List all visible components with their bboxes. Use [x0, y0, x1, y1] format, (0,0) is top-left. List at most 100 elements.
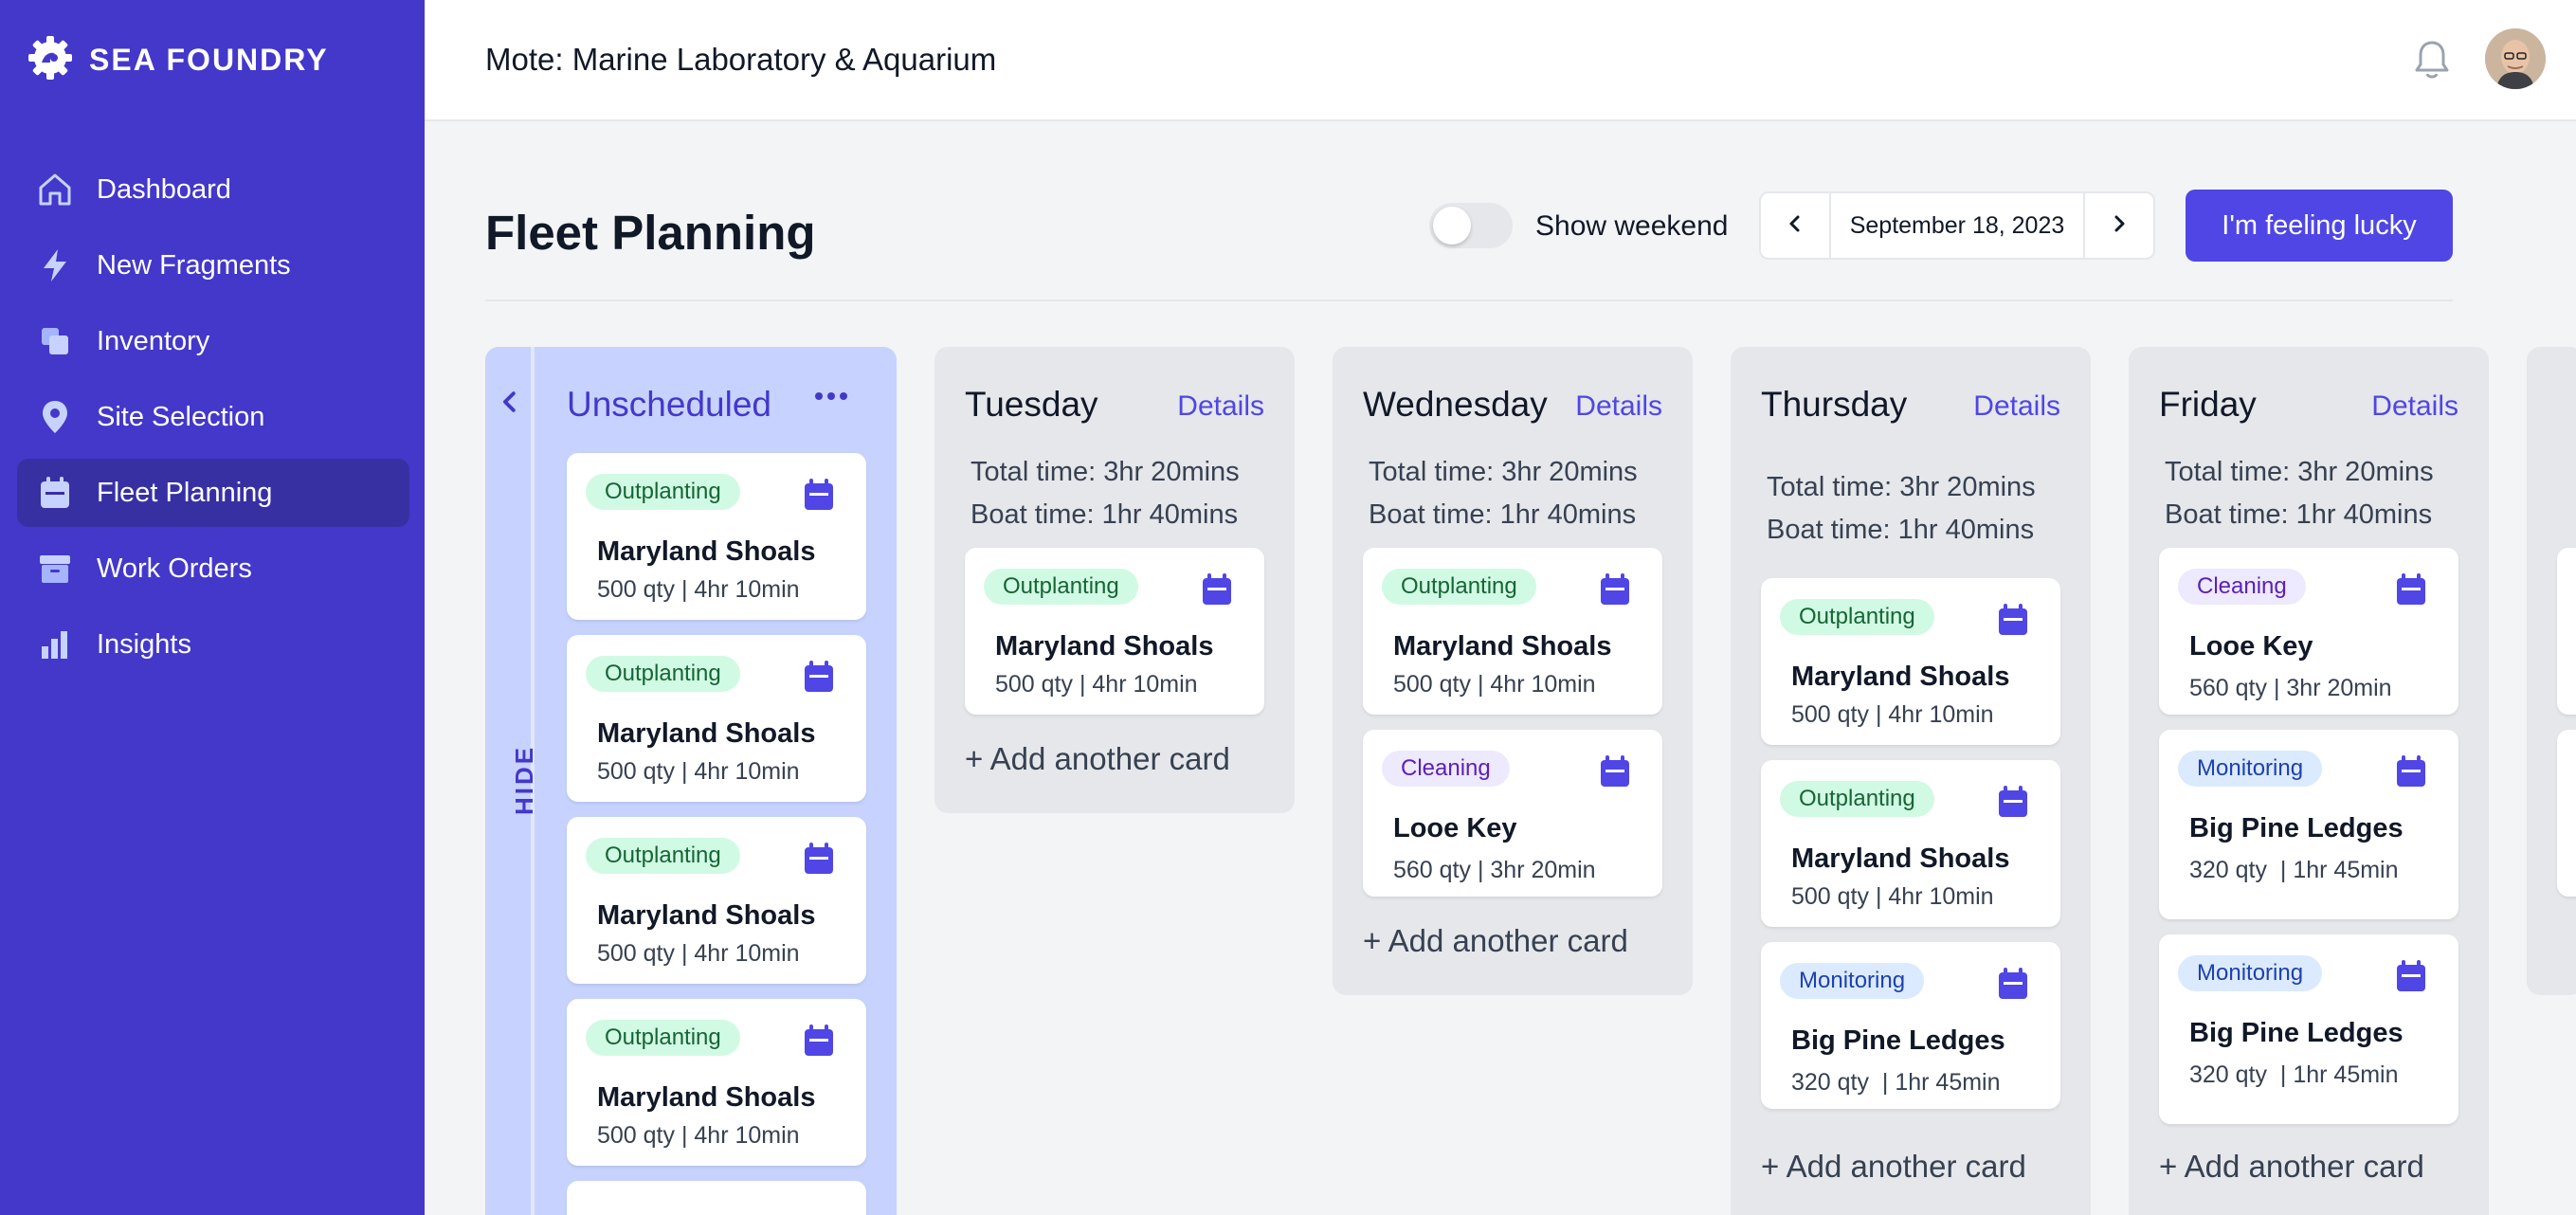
calendar-icon[interactable]: [802, 478, 836, 517]
map-pin-icon: [36, 398, 74, 436]
calendar-icon[interactable]: [1200, 572, 1234, 611]
more-options-icon[interactable]: [815, 392, 847, 400]
calendar-icon[interactable]: [1996, 603, 2030, 642]
sidebar-item-work-orders[interactable]: Work Orders: [17, 535, 409, 603]
gear-logo-icon: [27, 34, 74, 86]
day-stats: Total time: 3hr 20mins Boat time: 1hr 40…: [2165, 451, 2434, 536]
task-card[interactable]: Monitoring Big Pine Ledges 320 qty | 1hr…: [2159, 934, 2458, 1124]
task-card[interactable]: Outplanting Maryland Shoals 500 qty | 4h…: [1761, 578, 2060, 745]
next-week-button[interactable]: [2085, 193, 2153, 258]
calendar-icon[interactable]: [1598, 572, 1632, 611]
card-details: 500 qty | 4hr 10min: [1791, 701, 1994, 728]
card-details: 320 qty | 1hr 45min: [2189, 857, 2399, 883]
calendar-icon: [36, 474, 74, 512]
day-title: Thursday: [1761, 385, 1908, 424]
task-card[interactable]: Outplanting Maryland Shoals 500 qty | 4h…: [567, 453, 866, 620]
task-card[interactable]: Outplanting Maryland Shoals 500 qty | 4h…: [1761, 760, 2060, 927]
calendar-icon[interactable]: [1996, 785, 2030, 824]
task-card[interactable]: Monitoring Big Pine Ledges 320 qty | 1hr…: [2159, 730, 2458, 919]
card-details: 500 qty | 4hr 10min: [597, 1122, 800, 1149]
sidebar-item-insights[interactable]: Insights: [17, 610, 409, 679]
task-card-partial[interactable]: [2557, 548, 2576, 715]
chevron-left-icon: [497, 389, 523, 420]
card-details: 500 qty | 4hr 10min: [1791, 883, 1994, 910]
day-stats: Total time: 3hr 20mins Boat time: 1hr 40…: [1369, 451, 1638, 536]
details-link[interactable]: Details: [2371, 390, 2458, 423]
task-card[interactable]: Cleaning Looe Key 560 qty | 3hr 20min: [2159, 548, 2458, 715]
task-card[interactable]: Outplanting Maryland Shoals 500 qty | 4h…: [567, 817, 866, 984]
home-icon: [36, 171, 74, 209]
tag-badge: Outplanting: [1780, 599, 1934, 635]
card-details: 320 qty | 1hr 45min: [2189, 1061, 2399, 1088]
calendar-icon[interactable]: [802, 842, 836, 880]
details-link[interactable]: Details: [1973, 390, 2060, 423]
total-time: Total time: 3hr 20mins: [971, 457, 1240, 487]
tag-badge: Cleaning: [2178, 569, 2306, 605]
card-title: Looe Key: [2189, 631, 2313, 662]
card-title: Maryland Shoals: [597, 900, 816, 931]
sidebar-item-fleet-planning[interactable]: Fleet Planning: [17, 459, 409, 527]
task-card[interactable]: Outplanting Maryland Shoals 500 qty | 4h…: [1363, 548, 1662, 715]
tag-badge: Cleaning: [1382, 751, 1510, 787]
sidebar-item-label: Site Selection: [97, 401, 265, 432]
feeling-lucky-button[interactable]: I'm feeling lucky: [2186, 190, 2453, 262]
hide-panel-toggle[interactable]: HIDE: [485, 347, 538, 1215]
date-navigator: September 18, 2023: [1759, 191, 2155, 260]
tag-badge: Outplanting: [984, 569, 1138, 605]
card-details: 500 qty | 4hr 10min: [597, 758, 800, 785]
card-title: Big Pine Ledges: [2189, 813, 2404, 843]
card-title: Maryland Shoals: [995, 631, 1214, 662]
sidebar-item-inventory[interactable]: Inventory: [17, 307, 409, 375]
task-card[interactable]: Outplanting Maryland Shoals 500 qty | 4h…: [965, 548, 1264, 715]
boat-time: Boat time: 1hr 40mins: [971, 499, 1239, 530]
prev-week-button[interactable]: [1761, 193, 1829, 258]
card-details: 560 qty | 3hr 20min: [2189, 675, 2392, 701]
sidebar-item-new-fragments[interactable]: New Fragments: [17, 231, 409, 299]
sidebar-item-site-selection[interactable]: Site Selection: [17, 383, 409, 451]
calendar-icon[interactable]: [802, 660, 836, 698]
boat-time: Boat time: 1hr 40mins: [1369, 499, 1637, 530]
day-column-thursday: Thursday Details Total time: 3hr 20mins …: [1731, 347, 2091, 1215]
calendar-icon[interactable]: [2394, 572, 2428, 611]
details-link[interactable]: Details: [1177, 390, 1264, 423]
sidebar-item-dashboard[interactable]: Dashboard: [17, 155, 409, 224]
task-card[interactable]: Cleaning Looe Key 560 qty | 3hr 20min: [1363, 730, 1662, 897]
task-card[interactable]: Monitoring Big Pine Ledges 320 qty | 1hr…: [1761, 942, 2060, 1109]
card-title: Maryland Shoals: [1791, 843, 2010, 874]
task-card-partial[interactable]: [2557, 730, 2576, 897]
task-card-partial[interactable]: [567, 1181, 866, 1215]
total-time: Total time: 3hr 20mins: [1369, 457, 1638, 487]
total-time: Total time: 3hr 20mins: [2165, 457, 2434, 487]
bell-icon[interactable]: [2411, 38, 2453, 86]
calendar-icon[interactable]: [2394, 754, 2428, 793]
details-link[interactable]: Details: [1575, 390, 1662, 423]
tag-badge: Monitoring: [2178, 955, 2323, 991]
day-column-friday: Friday Details Total time: 3hr 20mins Bo…: [2129, 347, 2489, 1215]
add-card-button[interactable]: + Add another card: [1761, 1149, 2026, 1185]
current-date[interactable]: September 18, 2023: [1829, 193, 2085, 258]
tag-badge: Outplanting: [586, 838, 740, 874]
calendar-icon[interactable]: [2394, 959, 2428, 998]
add-card-button[interactable]: + Add another card: [2159, 1149, 2424, 1185]
boat-time: Boat time: 1hr 40mins: [1767, 515, 2035, 545]
card-title: Maryland Shoals: [1393, 631, 1612, 662]
brand[interactable]: SEA FOUNDRY: [27, 34, 329, 86]
avatar[interactable]: [2485, 28, 2546, 89]
calendar-icon[interactable]: [802, 1024, 836, 1062]
calendar-icon[interactable]: [1996, 967, 2030, 1006]
sidebar-nav: Dashboard New Fragments Inventory Site S…: [17, 155, 409, 686]
add-card-button[interactable]: + Add another card: [965, 741, 1230, 777]
tag-badge: Outplanting: [586, 656, 740, 692]
page-title: Fleet Planning: [485, 206, 816, 260]
calendar-icon[interactable]: [1598, 754, 1632, 793]
task-card[interactable]: Outplanting Maryland Shoals 500 qty | 4h…: [567, 999, 866, 1166]
add-card-button[interactable]: + Add another card: [1363, 923, 1628, 959]
task-card[interactable]: Outplanting Maryland Shoals 500 qty | 4h…: [567, 635, 866, 802]
top-bar: Mote: Marine Laboratory & Aquarium: [425, 0, 2576, 121]
show-weekend-toggle[interactable]: [1429, 203, 1513, 248]
tag-badge: Outplanting: [1382, 569, 1536, 605]
sidebar: SEA FOUNDRY Dashboard New Fragments Inve…: [0, 0, 425, 1215]
tag-badge: Monitoring: [1780, 963, 1925, 999]
total-time: Total time: 3hr 20mins: [1767, 472, 2036, 502]
card-title: Maryland Shoals: [1791, 662, 2010, 692]
